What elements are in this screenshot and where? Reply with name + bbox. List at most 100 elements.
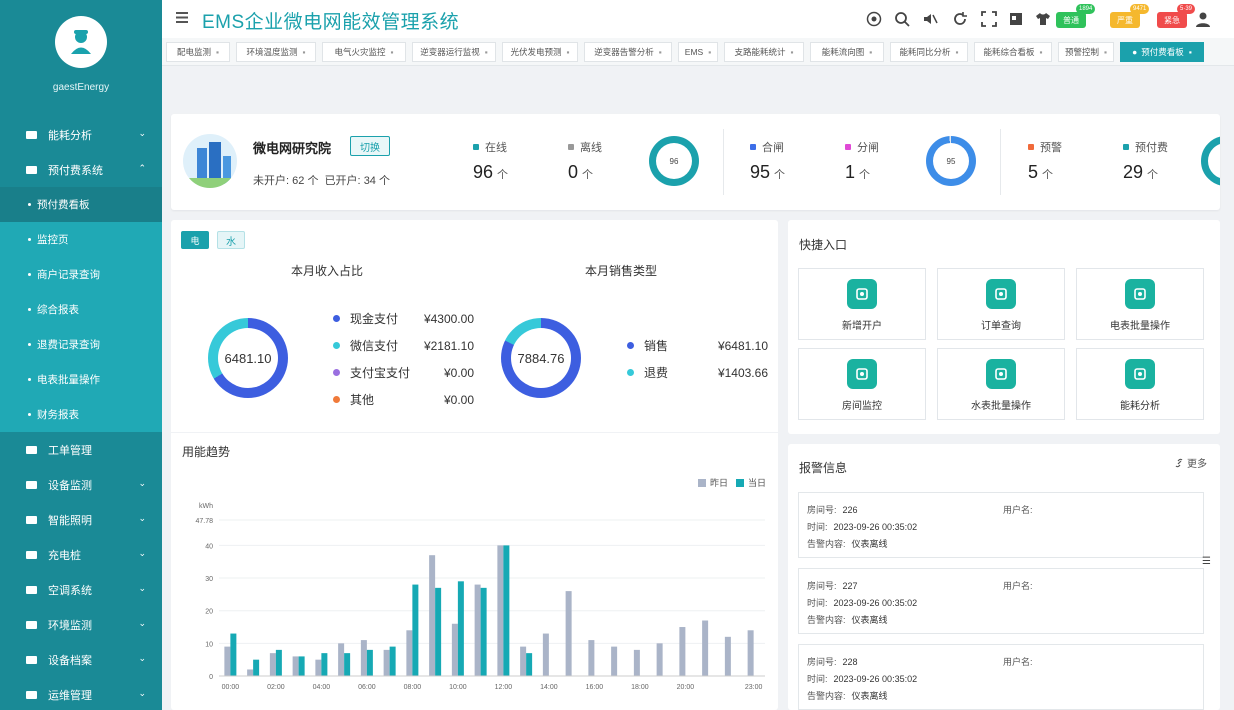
energy-trend-chart: kWh 47.78 40 30 20 10 0 00:00 02:00 04:00 06:00 08:… [195,503,765,691]
alarm-item[interactable]: 房间号: 227 用户名: 时间: 2023-09-26 00:35:02 告警内容: 仪表… [798,568,1204,634]
sidebar-subitem-4[interactable]: 退费记录查询 [0,327,162,362]
y-tick-label: 40 [205,543,213,550]
stat-label-a: 在线 [473,139,507,155]
income-share-donut: 6481.10 [208,318,288,398]
alarm-title: 报警信息 [799,461,848,475]
quick-water-meter[interactable]: 水表批量操作 [937,348,1065,420]
sales-type-donut: 7884.76 [501,318,581,398]
link-icon [1175,458,1183,467]
x-tick-label: 20:00 [677,684,695,691]
sidebar-item-7[interactable]: 环境监测 ⌄ [0,607,162,642]
tab-6[interactable]: EMS ▪ [678,42,718,62]
sidebar-item-label: 能耗分析 [48,129,92,142]
toggle-electric[interactable]: 电 [181,231,209,249]
sidebar-item-label: 运维管理 [48,689,92,702]
tab-2[interactable]: 电气火灾监控 ▪ [322,42,406,62]
alarm-more-link[interactable]: 更多 [1174,455,1207,470]
sales-type-total: 7884.76 [511,328,571,388]
quick-user-add[interactable]: 新增开户 [798,268,926,340]
sidebar-subitem-label: 预付费看板 [37,199,90,211]
stat-value-a: 95 个 [750,162,786,182]
scroll-handle-icon[interactable]: ☰ [1202,556,1211,567]
search-icon[interactable] [893,10,911,28]
y-axis-unit: kWh [199,503,213,510]
tab-10[interactable]: 能耗综合看板 ▪ [974,42,1052,62]
bar-today [253,659,260,676]
shirt-icon[interactable] [1034,10,1052,28]
bar-yesterday [747,630,754,676]
switch-button[interactable]: 切换 [350,136,390,156]
bar-yesterday [611,646,618,676]
energy-analysis-icon [1125,359,1155,389]
opened-count: 34 [363,175,376,187]
wallet-icon [24,164,38,176]
sidebar-item-5[interactable]: 充电桩 ⌄ [0,537,162,572]
chevron-icon: ⌄ [138,688,146,698]
tab-9[interactable]: 能耗同比分析 ▪ [890,42,968,62]
theme-icon[interactable] [865,10,883,28]
legend-today: 当日 [748,478,767,488]
fullscreen-icon[interactable] [980,10,998,28]
quick-order-search[interactable]: 订单查询 [937,268,1065,340]
sidebar-subitem-3[interactable]: 综合报表 [0,292,162,327]
top-bar: EMS企业微电网能效管理系统 普通 1894 严重 9471 紧急 5·39 [162,0,1234,38]
unopened-count: 62 [292,175,305,187]
quick-meter-batch[interactable]: 电表批量操作 [1076,268,1204,340]
bar-yesterday [724,636,731,676]
toggle-water[interactable]: 水 [217,231,245,249]
sidebar-item-3[interactable]: 设备监测 ⌄ [0,467,162,502]
mute-icon[interactable] [921,10,939,28]
tab-0[interactable]: 配电监测 ▪ [166,42,230,62]
x-tick-label: 02:00 [267,684,285,691]
alarm-item[interactable]: 房间号: 226 用户名: 时间: 2023-09-26 00:35:02 告警内容: 仪表… [798,492,1204,558]
x-tick-label: 16:00 [586,684,604,691]
sidebar-item-1[interactable]: 预付费系统 ⌃ [0,152,162,187]
sidebar-subitem-5[interactable]: 电表批量操作 [0,362,162,397]
bar-chart-icon [24,129,38,141]
alert-badge-2[interactable]: 紧急 [1157,12,1187,28]
sidebar-item-8[interactable]: 设备档案 ⌄ [0,642,162,677]
alert-badge-1[interactable]: 严重 [1110,12,1140,28]
sidebar-item-0[interactable]: 能耗分析 ⌄ [0,117,162,152]
tab-5[interactable]: 逆变器告警分析 ▪ [584,42,672,62]
status-ring: 96 [649,136,699,186]
screen-icon[interactable] [1007,10,1025,28]
bar-yesterday [224,646,231,676]
sidebar-item-6[interactable]: 空调系统 ⌄ [0,572,162,607]
sidebar-subitem-6[interactable]: 财务报表 [0,397,162,432]
sidebar-item-9[interactable]: 运维管理 ⌄ [0,677,162,710]
alarm-item[interactable]: 房间号: 228 用户名: 时间: 2023-09-26 00:35:02 告警内容: 仪表… [798,644,1204,710]
tab-7[interactable]: 支路能耗统计 ▪ [724,42,804,62]
refresh-icon[interactable] [951,10,969,28]
sidebar-subitem-label: 监控页 [37,234,69,246]
tab-8[interactable]: 能耗流向图 ▪ [810,42,884,62]
sidebar-item-2[interactable]: 工单管理 [0,432,162,467]
bar-yesterday [656,643,663,676]
alarm-content: 仪表离线 [851,691,888,701]
x-tick-label: 04:00 [313,684,331,691]
sidebar-subitem-0[interactable]: 预付费看板 [0,187,162,222]
sidebar-item-label: 设备监测 [48,479,92,492]
sidebar-item-4[interactable]: 智能照明 ⌄ [0,502,162,537]
bar-today [344,653,351,676]
bar-today [480,587,487,676]
alert-badge-0[interactable]: 普通 [1056,12,1086,28]
menu-toggle-icon[interactable] [176,12,188,23]
bar-yesterday [247,669,254,676]
tab-1[interactable]: 环境温度监测 ▪ [236,42,316,62]
sidebar-subitem-1[interactable]: 监控页 [0,222,162,257]
monitor-icon [24,479,38,491]
bar-today [230,633,237,676]
tab-12[interactable]: ● 预付费看板 ▪ [1120,42,1204,62]
quick-room-monitor[interactable]: 房间监控 [798,348,926,420]
y-tick-label: 30 [205,576,213,583]
tab-4[interactable]: 光伏发电预测 ▪ [502,42,578,62]
tab-3[interactable]: 逆变器运行监视 ▪ [412,42,496,62]
alarm-card: 报警信息 更多 房间号: 226 用户名: 时间: 2023-09-26 00:35:0… [788,444,1220,710]
legend-item: 现金支付 ¥4300.00 [333,310,474,327]
tab-11[interactable]: 预警控制 ▪ [1058,42,1114,62]
sidebar-subitem-2[interactable]: 商户记录查询 [0,257,162,292]
bar-yesterday [474,584,481,676]
quick-energy-analysis[interactable]: 能耗分析 [1076,348,1204,420]
user-avatar-icon[interactable] [1194,10,1212,28]
